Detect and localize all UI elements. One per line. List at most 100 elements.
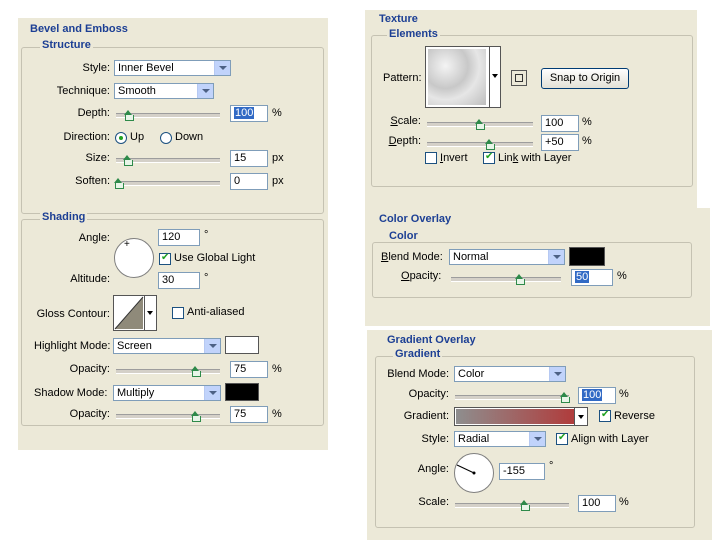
altitude-unit: ° — [204, 272, 209, 284]
go-scale-value: 100 — [582, 497, 601, 509]
chevron-down-icon[interactable] — [489, 47, 500, 107]
go-scale-track[interactable] — [455, 503, 569, 508]
shadow-mode-select[interactable]: Multiply — [113, 385, 221, 401]
gradient-picker[interactable] — [454, 407, 588, 426]
angle-indicator-icon — [456, 464, 476, 475]
use-global-light-checkbox[interactable] — [159, 252, 171, 265]
highlight-opacity-label: Opacity: — [69, 363, 110, 375]
soften-slider-thumb[interactable] — [114, 178, 124, 189]
crosshair-icon: + — [124, 239, 130, 250]
highlight-opacity-track[interactable] — [116, 369, 220, 374]
go-scale-field[interactable]: 100 — [578, 495, 616, 512]
chevron-down-icon[interactable] — [549, 367, 565, 381]
chevron-down-icon[interactable] — [574, 408, 587, 425]
go-opacity-track[interactable] — [455, 395, 569, 400]
texture-depth-field[interactable]: +50 — [541, 134, 579, 151]
chevron-down-icon[interactable] — [204, 339, 220, 353]
pattern-label: Pattern: — [383, 72, 422, 84]
soften-field[interactable]: 0 — [230, 173, 268, 190]
size-unit: px — [272, 152, 284, 164]
shadow-opacity-label: Opacity: — [69, 408, 110, 420]
shadow-color-swatch[interactable] — [225, 383, 259, 401]
size-field[interactable]: 15 — [230, 150, 268, 167]
go-scale-thumb[interactable] — [520, 500, 530, 511]
highlight-opacity-unit: % — [272, 363, 282, 375]
pattern-preview — [428, 49, 486, 105]
go-opacity-unit: % — [619, 388, 629, 400]
go-scale-unit: % — [619, 496, 629, 508]
texture-depth-unit: % — [582, 135, 592, 147]
co-opacity-thumb[interactable] — [515, 274, 525, 285]
highlight-opacity-thumb[interactable] — [191, 366, 201, 377]
angle-field[interactable]: 120 — [158, 229, 200, 246]
shadow-opacity-thumb[interactable] — [191, 411, 201, 422]
size-label: Size: — [85, 152, 110, 164]
highlight-opacity-value: 75 — [234, 363, 247, 375]
align-with-layer-checkbox[interactable] — [556, 432, 568, 445]
chevron-down-icon[interactable] — [548, 250, 564, 264]
co-opacity-label: Opacity: — [401, 270, 442, 282]
angle-label: Angle: — [78, 232, 110, 244]
shadow-mode-label: Shadow Mode: — [34, 387, 108, 399]
pattern-picker[interactable] — [425, 46, 501, 108]
highlight-opacity-field[interactable]: 75 — [230, 361, 268, 378]
depth-unit: % — [272, 107, 282, 119]
go-style-select[interactable]: Radial — [454, 431, 546, 447]
go-blend-mode-value: Color — [458, 368, 485, 380]
go-opacity-thumb[interactable] — [560, 392, 570, 403]
direction-down-radio[interactable] — [160, 132, 172, 144]
go-blend-mode-select[interactable]: Color — [454, 366, 566, 382]
co-blend-mode-select[interactable]: Normal — [449, 249, 565, 265]
chevron-down-icon[interactable] — [529, 432, 545, 446]
gloss-contour-picker[interactable] — [113, 295, 157, 331]
style-select[interactable]: Inner Bevel — [114, 60, 231, 76]
texture-depth-thumb[interactable] — [485, 139, 495, 150]
contour-curve-icon — [114, 296, 144, 330]
go-angle-field[interactable]: -155 — [499, 463, 545, 480]
depth-slider-thumb[interactable] — [124, 110, 134, 121]
link-with-layer-checkbox[interactable] — [483, 151, 495, 164]
texture-depth-label: Depth: — [388, 135, 421, 147]
reverse-label: Reverse — [614, 410, 655, 422]
gradient-overlay-title: Gradient Overlay — [385, 334, 478, 346]
co-color-swatch[interactable] — [569, 247, 605, 266]
chevron-down-icon[interactable] — [204, 386, 220, 400]
technique-select[interactable]: Smooth — [114, 83, 214, 99]
reverse-checkbox[interactable] — [599, 409, 611, 422]
soften-slider-track[interactable] — [116, 181, 220, 186]
direction-label: Direction: — [63, 131, 110, 143]
invert-checkbox[interactable] — [425, 152, 437, 164]
texture-scale-field[interactable]: 100 — [541, 115, 579, 132]
angle-dial[interactable]: + — [114, 238, 154, 278]
link-with-layer-label: Link with Layer — [498, 152, 572, 164]
depth-field[interactable]: 100 — [230, 105, 268, 122]
style-value: Inner Bevel — [118, 62, 174, 74]
go-angle-dial[interactable] — [454, 453, 494, 493]
texture-depth-track[interactable] — [427, 142, 533, 147]
color-group-title: Color — [387, 230, 420, 242]
direction-up-radio[interactable] — [115, 132, 127, 144]
altitude-field[interactable]: 30 — [158, 272, 200, 289]
texture-panel: Texture Elements Pattern: Snap to Origin… — [365, 10, 697, 208]
highlight-color-swatch[interactable] — [225, 336, 259, 354]
soften-unit: px — [272, 175, 284, 187]
texture-scale-thumb[interactable] — [475, 119, 485, 130]
chevron-down-icon[interactable] — [197, 84, 213, 98]
highlight-mode-select[interactable]: Screen — [113, 338, 221, 354]
shadow-opacity-field[interactable]: 75 — [230, 406, 268, 423]
size-slider-thumb[interactable] — [123, 155, 133, 166]
gradient-overlay-panel: Gradient Overlay Gradient Blend Mode: Co… — [367, 330, 712, 540]
angle-value: 120 — [162, 231, 181, 243]
chevron-down-icon[interactable] — [144, 296, 155, 330]
size-value: 15 — [234, 152, 247, 164]
co-opacity-track[interactable] — [451, 277, 561, 282]
depth-value: 100 — [234, 107, 255, 119]
snap-to-origin-button[interactable]: Snap to Origin — [541, 68, 629, 89]
chevron-down-icon[interactable] — [214, 61, 230, 75]
go-opacity-field[interactable]: 100 — [578, 387, 616, 404]
shadow-opacity-track[interactable] — [116, 414, 220, 419]
anti-aliased-checkbox[interactable] — [172, 307, 184, 319]
new-preset-icon[interactable] — [511, 70, 527, 86]
co-opacity-field[interactable]: 50 — [571, 269, 613, 286]
bevel-emboss-panel: Bevel and Emboss Structure Style: Inner … — [18, 18, 328, 450]
